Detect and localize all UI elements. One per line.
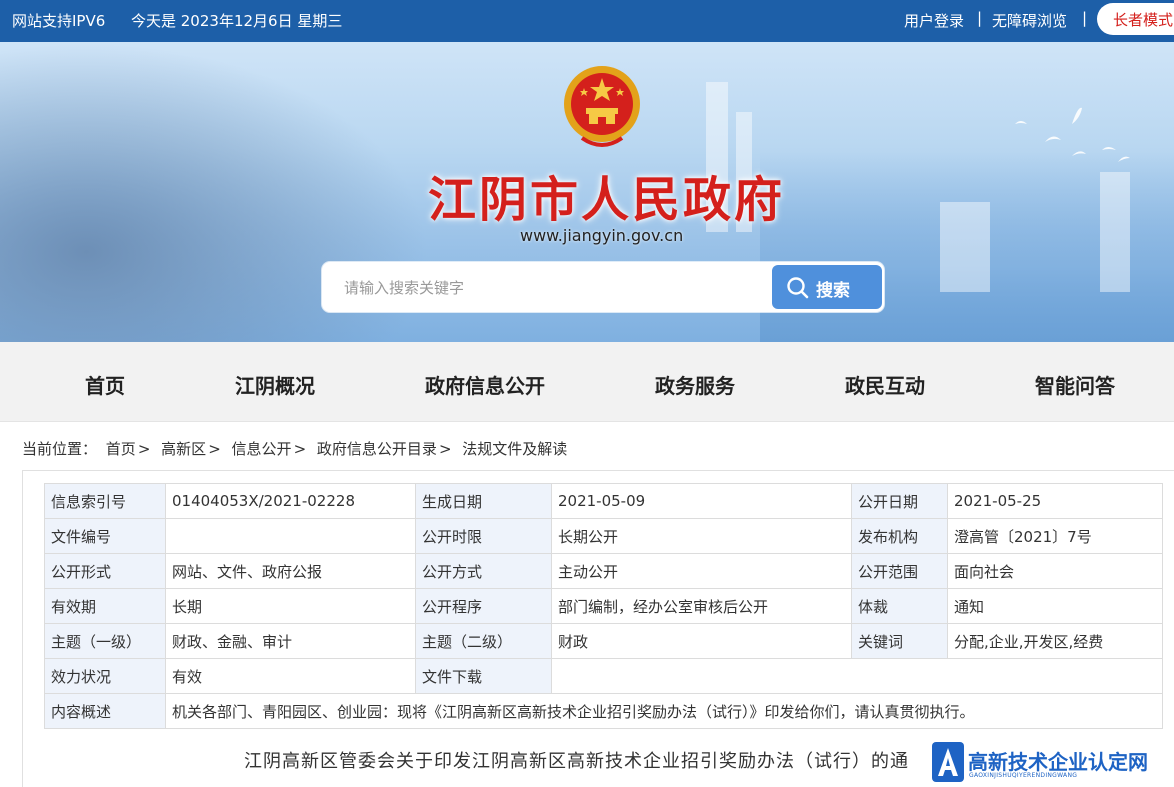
breadcrumb-separator: > <box>208 440 221 458</box>
banner-building <box>1100 172 1130 292</box>
meta-value: 部门编制，经办公室审核后公开 <box>551 588 852 624</box>
meta-key: 主题（一级） <box>44 623 166 659</box>
breadcrumb-prefix: 当前位置： <box>22 440 98 458</box>
meta-value: 主动公开 <box>551 553 852 589</box>
nav-item-info-disclosure[interactable]: 政府信息公开 <box>425 370 545 399</box>
search-icon <box>787 277 809 299</box>
header-banner: 江阴市人民政府 www.jiangyin.gov.cn 搜索 <box>0 42 1174 342</box>
meta-value: 财政 <box>551 623 852 659</box>
meta-value: 01404053X/2021-02228 <box>165 483 416 519</box>
topbar-separator: | <box>977 9 983 27</box>
meta-key: 公开日期 <box>851 483 948 519</box>
meta-key: 公开方式 <box>415 553 552 589</box>
topbar-separator: | <box>1082 9 1088 27</box>
elder-mode-button[interactable]: 长者模式 <box>1097 3 1174 35</box>
breadcrumb-catalog[interactable]: 政府信息公开目录 <box>317 440 437 458</box>
top-bar: 网站支持IPV6 今天是 2023年12月6日 星期三 用户登录 | 无障碍浏览… <box>0 0 1174 42</box>
table-row: 公开形式 网站、文件、政府公报 公开方式 主动公开 公开范围 面向社会 <box>44 553 1163 589</box>
document-metadata-table: 信息索引号 01404053X/2021-02228 生成日期 2021-05-… <box>44 483 1163 729</box>
watermark-title: 高新技术企业认定网 <box>968 750 1148 774</box>
meta-key: 效力状况 <box>44 658 166 694</box>
meta-value: 网站、文件、政府公报 <box>165 553 416 589</box>
ipv6-support-text: 网站支持IPV6 <box>12 12 106 30</box>
meta-value: 长期 <box>165 588 416 624</box>
site-title: 江阴市人民政府 <box>428 172 786 228</box>
breadcrumb-info-disclosure[interactable]: 信息公开 <box>232 440 292 458</box>
watermark: 高新技术企业认定网 GAOXINJISHUQIYERENDINGWANG <box>926 738 1174 787</box>
meta-key: 公开形式 <box>44 553 166 589</box>
meta-value: 2021-05-25 <box>947 483 1163 519</box>
breadcrumb-separator: > <box>438 440 452 458</box>
main-nav: 首页 江阴概况 政府信息公开 政务服务 政民互动 智能问答 <box>0 342 1174 422</box>
meta-value: 通知 <box>947 588 1163 624</box>
meta-key: 内容概述 <box>44 693 166 729</box>
meta-key: 信息索引号 <box>44 483 166 519</box>
meta-value: 长期公开 <box>551 518 852 554</box>
table-row: 主题（一级） 财政、金融、审计 主题（二级） 财政 关键词 分配,企业,开发区,… <box>44 623 1163 659</box>
barrier-free-link[interactable]: 无障碍浏览 <box>992 10 1067 31</box>
file-download-cell[interactable] <box>551 658 1163 694</box>
table-row: 信息索引号 01404053X/2021-02228 生成日期 2021-05-… <box>44 483 1163 519</box>
watermark-subtitle: GAOXINJISHUQIYERENDINGWANG <box>969 772 1078 779</box>
nav-item-overview[interactable]: 江阴概况 <box>235 370 315 399</box>
search-input[interactable] <box>344 276 764 300</box>
breadcrumb-home[interactable]: 首页 <box>106 440 136 458</box>
table-row: 效力状况 有效 文件下载 <box>44 658 1163 694</box>
breadcrumb-separator: > <box>137 440 151 458</box>
meta-value: 分配,企业,开发区,经费 <box>947 623 1163 659</box>
meta-value: 有效 <box>165 658 416 694</box>
meta-key: 公开范围 <box>851 553 948 589</box>
meta-key: 有效期 <box>44 588 166 624</box>
breadcrumb-separator: > <box>293 440 307 458</box>
meta-value: 财政、金融、审计 <box>165 623 416 659</box>
national-emblem-icon <box>564 66 640 147</box>
meta-key: 体裁 <box>851 588 948 624</box>
nav-item-services[interactable]: 政务服务 <box>655 370 735 399</box>
search-button-label: 搜索 <box>816 281 850 301</box>
meta-key: 主题（二级） <box>415 623 552 659</box>
meta-value: 面向社会 <box>947 553 1163 589</box>
meta-key: 生成日期 <box>415 483 552 519</box>
table-row: 有效期 长期 公开程序 部门编制，经办公室审核后公开 体裁 通知 <box>44 588 1163 624</box>
meta-key: 文件下载 <box>415 658 552 694</box>
meta-key: 关键词 <box>851 623 948 659</box>
table-row: 内容概述 机关各部门、青阳园区、创业园：现将《江阴高新区高新技术企业招引奖励办法… <box>44 693 1163 729</box>
meta-value <box>165 518 416 554</box>
breadcrumb: 当前位置： 首页 > 高新区 > 信息公开 > 政府信息公开目录 > 法规文件及解读 <box>22 438 567 459</box>
site-url: www.jiangyin.gov.cn <box>520 226 684 245</box>
today-date: 今天是 2023年12月6日 星期三 <box>131 12 343 30</box>
nav-item-interaction[interactable]: 政民互动 <box>845 370 925 399</box>
search-bar: 搜索 <box>322 262 884 312</box>
nav-item-home[interactable]: 首页 <box>85 370 125 399</box>
search-button[interactable]: 搜索 <box>772 265 882 309</box>
document-title: 江阴高新区管委会关于印发江阴高新区高新技术企业招引奖励办法（试行）的通 <box>244 751 909 772</box>
meta-key: 发布机构 <box>851 518 948 554</box>
banner-building <box>940 202 990 292</box>
table-row: 文件编号 公开时限 长期公开 发布机构 澄高管〔2021〕7号 <box>44 518 1163 554</box>
birds-icon <box>1015 107 1130 162</box>
meta-key: 公开程序 <box>415 588 552 624</box>
certification-logo-icon <box>932 742 964 782</box>
content-summary: 机关各部门、青阳园区、创业园：现将《江阴高新区高新技术企业招引奖励办法（试行）》… <box>165 693 1163 729</box>
meta-value: 2021-05-09 <box>551 483 852 519</box>
meta-value: 澄高管〔2021〕7号 <box>947 518 1163 554</box>
meta-key: 文件编号 <box>44 518 166 554</box>
breadcrumb-regulations[interactable]: 法规文件及解读 <box>462 440 567 458</box>
nav-item-smart-qa[interactable]: 智能问答 <box>1035 370 1115 399</box>
meta-key: 公开时限 <box>415 518 552 554</box>
breadcrumb-hi-tech-zone[interactable]: 高新区 <box>161 440 206 458</box>
user-login-link[interactable]: 用户登录 <box>904 10 964 31</box>
